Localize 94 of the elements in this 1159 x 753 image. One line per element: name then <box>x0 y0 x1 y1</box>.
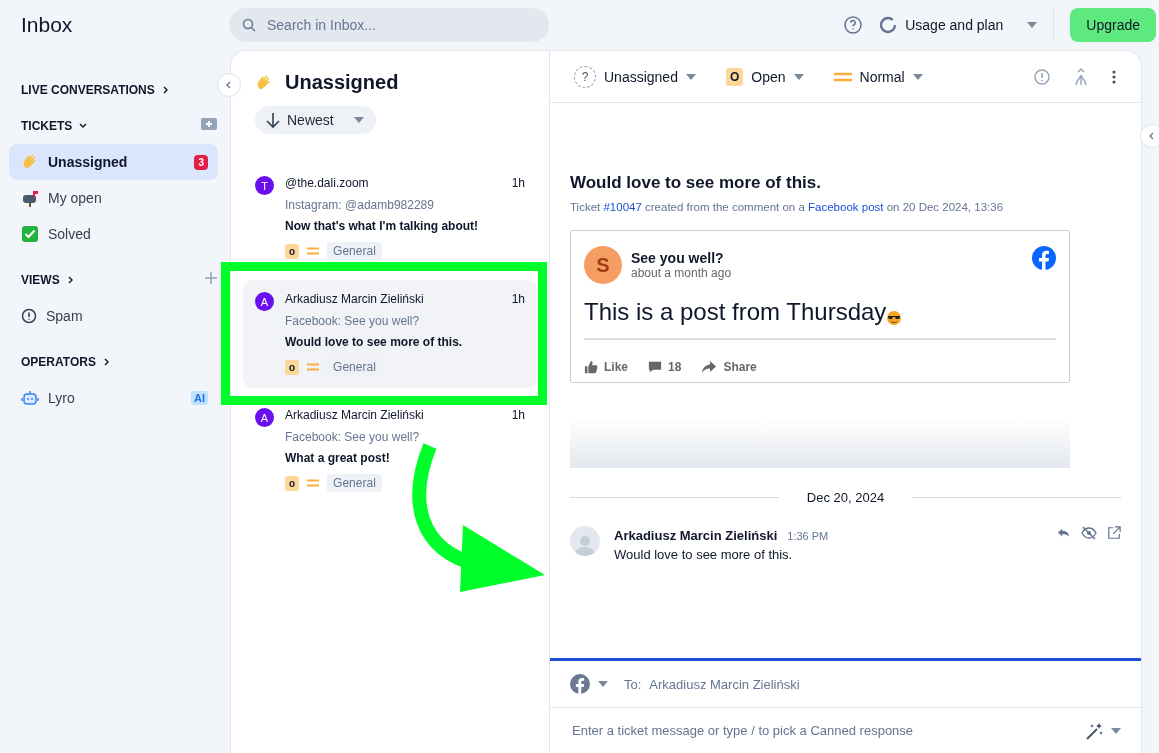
sidebar-item[interactable]: Lyro AI <box>9 380 218 416</box>
caret-icon <box>1027 22 1038 28</box>
post-text: This is a post from Thursday <box>584 298 887 326</box>
upgrade-button[interactable]: Upgrade <box>1070 8 1156 42</box>
ticket-tag: General <box>327 474 382 492</box>
avatar: T <box>255 176 274 195</box>
ticket-sender: @the.dali.zoom <box>285 176 370 192</box>
avatar: A <box>255 408 274 427</box>
ticket-item[interactable]: T @the.dali.zoom 1h Instagram: @adamb982289 Now that's what I'm talking about! o General <box>243 176 537 260</box>
status-dropdown[interactable]: O Open <box>725 67 804 86</box>
priority-icon <box>833 71 852 82</box>
priority-icon <box>307 363 320 371</box>
sidebar-item[interactable]: Spam <box>9 298 218 334</box>
recipient-name: Arkadiusz Marcin Zieliński <box>649 676 800 692</box>
avatar: S <box>584 246 622 284</box>
search-icon <box>241 17 257 33</box>
priority-icon <box>307 479 320 487</box>
ticket-link[interactable]: Facebook post <box>808 201 884 213</box>
more-icon <box>1111 68 1117 85</box>
sort-dropdown[interactable]: Newest <box>255 106 376 134</box>
ticket-message: Would love to see more of this. <box>285 335 464 349</box>
ticket-message: Now that's what I'm talking about! <box>285 219 480 233</box>
thumbs-up-icon <box>584 360 598 374</box>
ticket-link[interactable]: #10047 <box>603 201 642 213</box>
external-link-icon <box>1107 526 1121 540</box>
ticket-sender: Arkadiusz Marcin Zieliński <box>285 408 425 424</box>
ticket-source: Facebook: See you well? <box>285 314 421 328</box>
add-ticket-icon <box>200 117 218 131</box>
caret-icon <box>912 73 923 80</box>
section-heading[interactable]: VIEWS <box>21 273 60 287</box>
sidebar-item[interactable]: Solved <box>9 216 218 252</box>
message-author: Arkadiusz Marcin Zieliński <box>614 528 778 543</box>
share-icon <box>701 360 718 374</box>
help-icon <box>843 15 864 35</box>
ticket-title: Would love to see more of this. <box>570 173 822 193</box>
section-heading[interactable]: LIVE CONVERSATIONS <box>21 83 155 97</box>
arrow-down-icon <box>265 111 281 129</box>
list-title: Unassigned <box>285 71 399 94</box>
ticket-time: 1h <box>511 176 525 192</box>
facebook-icon <box>1032 246 1056 270</box>
section-heading[interactable]: TICKETS <box>21 119 73 133</box>
ticket-item[interactable]: A Arkadiusz Marcin Zieliński 1h Facebook: See you well? Would love to see more of this. o General <box>243 280 537 388</box>
assignee-dropdown[interactable]: ? Unassigned <box>574 65 696 88</box>
ticket-meta: Ticket #10047 created from the comment on a Facebook post on 20 Dec 2024, 13:36 <box>570 201 1005 213</box>
date-divider: Dec 20, 2024 <box>806 490 885 505</box>
ticket-time: 1h <box>511 292 525 308</box>
ai-tag: AI <box>191 391 208 405</box>
like-button[interactable]: Like <box>584 360 628 374</box>
message-time: 1:36 PM <box>787 530 829 542</box>
post-time: about a month ago <box>631 266 732 280</box>
caret-icon <box>598 681 608 687</box>
check-icon <box>21 225 39 243</box>
robot-icon <box>21 389 39 407</box>
caret-icon <box>353 117 364 123</box>
message-text: Would love to see more of this. <box>614 547 794 562</box>
section-heading[interactable]: OPERATORS <box>21 355 96 369</box>
caret-icon <box>1111 727 1121 734</box>
collapse-button[interactable] <box>217 73 241 97</box>
status-badge: o <box>285 475 300 491</box>
sidebar-item[interactable]: Unassigned 3 <box>9 144 218 180</box>
priority-icon <box>307 247 320 255</box>
ticket-time: 1h <box>511 408 525 424</box>
ticket-item[interactable]: A Arkadiusz Marcin Zieliński 1h Facebook: See you well? What a great post! o General <box>243 408 537 492</box>
caret-icon <box>793 73 804 80</box>
add-icon <box>204 271 218 285</box>
status-badge: o <box>285 243 300 259</box>
merge-icon <box>1073 67 1089 86</box>
ticket-source: Facebook: See you well? <box>285 430 421 444</box>
comment-icon <box>648 360 662 374</box>
sunglasses-smiley-icon <box>886 310 903 326</box>
to-label: To: <box>624 676 642 692</box>
collapse-button[interactable] <box>1140 124 1159 148</box>
ticket-sender: Arkadiusz Marcin Zieliński <box>285 292 425 308</box>
usage-ring-icon <box>879 16 898 34</box>
comments-button[interactable]: 18 <box>648 360 682 374</box>
usage-plan-dropdown[interactable]: Usage and plan <box>879 9 1055 41</box>
hide-icon <box>1081 526 1097 540</box>
avatar-placeholder <box>570 526 600 556</box>
post-author: See you well? <box>631 250 725 266</box>
share-button[interactable]: Share <box>701 360 757 374</box>
app-title: Inbox <box>20 13 74 37</box>
ticket-source: Instagram: @adamb982289 <box>285 198 435 212</box>
status-badge: o <box>285 359 300 375</box>
facebook-icon <box>570 674 590 694</box>
sidebar-item[interactable]: My open <box>9 180 218 216</box>
alert-icon <box>21 308 37 324</box>
ticket-tag: General <box>327 242 382 260</box>
mailbox-icon <box>21 189 39 207</box>
priority-dropdown[interactable]: Normal <box>833 68 923 85</box>
caret-icon <box>685 73 696 80</box>
spam-icon <box>1033 67 1051 86</box>
ticket-message: What a great post! <box>285 451 391 465</box>
avatar: A <box>255 292 274 311</box>
count-badge: 3 <box>194 154 208 170</box>
